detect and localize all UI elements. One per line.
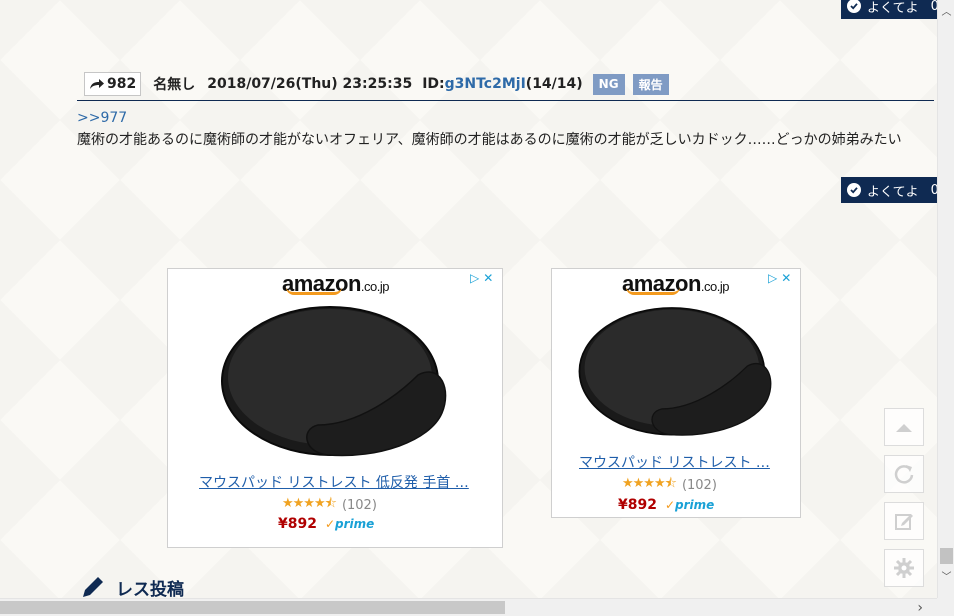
amazon-ad[interactable]: amazon.co.jp ▷ ✕ マウスパッド リストレスト … ★★★★⯪ (…	[551, 268, 801, 518]
star-rating-icon: ★★★★⯪	[282, 496, 337, 511]
ad-rating: ★★★★⯪ (102)	[622, 474, 717, 496]
poster-id[interactable]: g3NTc2MjI	[445, 76, 526, 92]
good-button-label: よくてよ	[867, 184, 919, 200]
vertical-scroll-thumb[interactable]	[940, 548, 953, 564]
horizontal-scrollbar[interactable]: ›	[0, 598, 937, 616]
scroll-right-arrow-icon[interactable]: ›	[917, 599, 923, 616]
prime-badge: ✓prime	[324, 517, 375, 531]
prime-badge: ✓prime	[664, 498, 715, 512]
ad-rating: ★★★★⯪ (102)	[282, 494, 377, 516]
edit-icon	[895, 514, 913, 530]
ad-price: ¥892	[618, 497, 657, 513]
ad-product-title[interactable]: マウスパッド リストレスト 低反発 手首 …	[199, 472, 469, 492]
amazon-smile	[626, 287, 680, 295]
edit-button[interactable]	[884, 502, 924, 540]
ad-choices[interactable]: ▷ ✕	[768, 271, 791, 285]
report-button[interactable]: 報告	[632, 73, 669, 95]
ad-review-count: (102)	[341, 497, 377, 513]
check-icon	[847, 183, 861, 197]
share-arrow-icon	[90, 79, 104, 89]
settings-button[interactable]	[884, 549, 924, 587]
scrollbar-corner	[937, 598, 954, 616]
star-rating-icon: ★★★★⯪	[622, 476, 677, 491]
vertical-scrollbar[interactable]: ︿ ﹀	[937, 0, 954, 616]
reply-count: 982	[107, 76, 137, 92]
good-button-label: よくてよ	[867, 0, 919, 16]
scroll-top-button[interactable]	[884, 408, 924, 446]
post-datetime: 2018/07/26(Thu) 23:25:35	[207, 76, 413, 92]
ad-price-row: ¥892 ✓prime	[618, 497, 714, 513]
id-count: (14/14)	[525, 76, 583, 92]
ad-price-row: ¥892 ✓prime	[278, 516, 374, 532]
close-icon[interactable]: ✕	[483, 271, 493, 285]
good-button-post[interactable]: よくてよ 0	[841, 177, 945, 203]
adchoices-icon[interactable]: ▷	[768, 271, 777, 285]
refresh-icon	[894, 465, 914, 484]
mousepad-image	[221, 306, 447, 457]
post-body: 魔術の才能あるのに魔術師の才能がないオフェリア、魔術師の才能はあるのに魔術の才能…	[77, 132, 902, 148]
poster-name: 名無し	[153, 77, 196, 93]
mousepad-image	[578, 307, 772, 436]
reply-anchor-link[interactable]: >>977	[77, 110, 127, 126]
ad-review-count: (102)	[681, 477, 717, 493]
ng-button[interactable]: NG	[592, 73, 625, 95]
adchoices-icon[interactable]: ▷	[470, 271, 479, 285]
ad-price: ¥892	[278, 516, 317, 532]
post-form-heading: レス投稿	[80, 574, 184, 600]
horizontal-scroll-thumb[interactable]	[0, 601, 505, 614]
good-button-top[interactable]: よくてよ 0	[841, 0, 945, 19]
pencil-icon	[83, 577, 103, 597]
scroll-up-arrow-icon[interactable]: ︿	[938, 2, 954, 19]
check-icon	[847, 0, 861, 13]
post-form-title: レス投稿	[116, 579, 184, 600]
reply-count-button[interactable]: 982	[84, 72, 142, 96]
ad-choices[interactable]: ▷ ✕	[470, 271, 493, 285]
id-label: ID:	[422, 76, 445, 92]
post-header: 982 名無し 2018/07/26(Thu) 23:25:35 ID: g3NT…	[77, 68, 934, 101]
close-icon[interactable]: ✕	[781, 271, 791, 285]
arrow-up-icon	[896, 424, 912, 432]
scroll-down-arrow-icon[interactable]: ﹀	[938, 567, 954, 584]
ad-product-title[interactable]: マウスパッド リストレスト …	[579, 452, 770, 472]
refresh-button[interactable]	[884, 455, 924, 493]
amazon-ad[interactable]: amazon.co.jp ▷ ✕ マウスパッド リストレスト 低反発 手首 … …	[167, 268, 503, 548]
amazon-smile	[286, 287, 342, 295]
gear-icon	[894, 558, 914, 578]
